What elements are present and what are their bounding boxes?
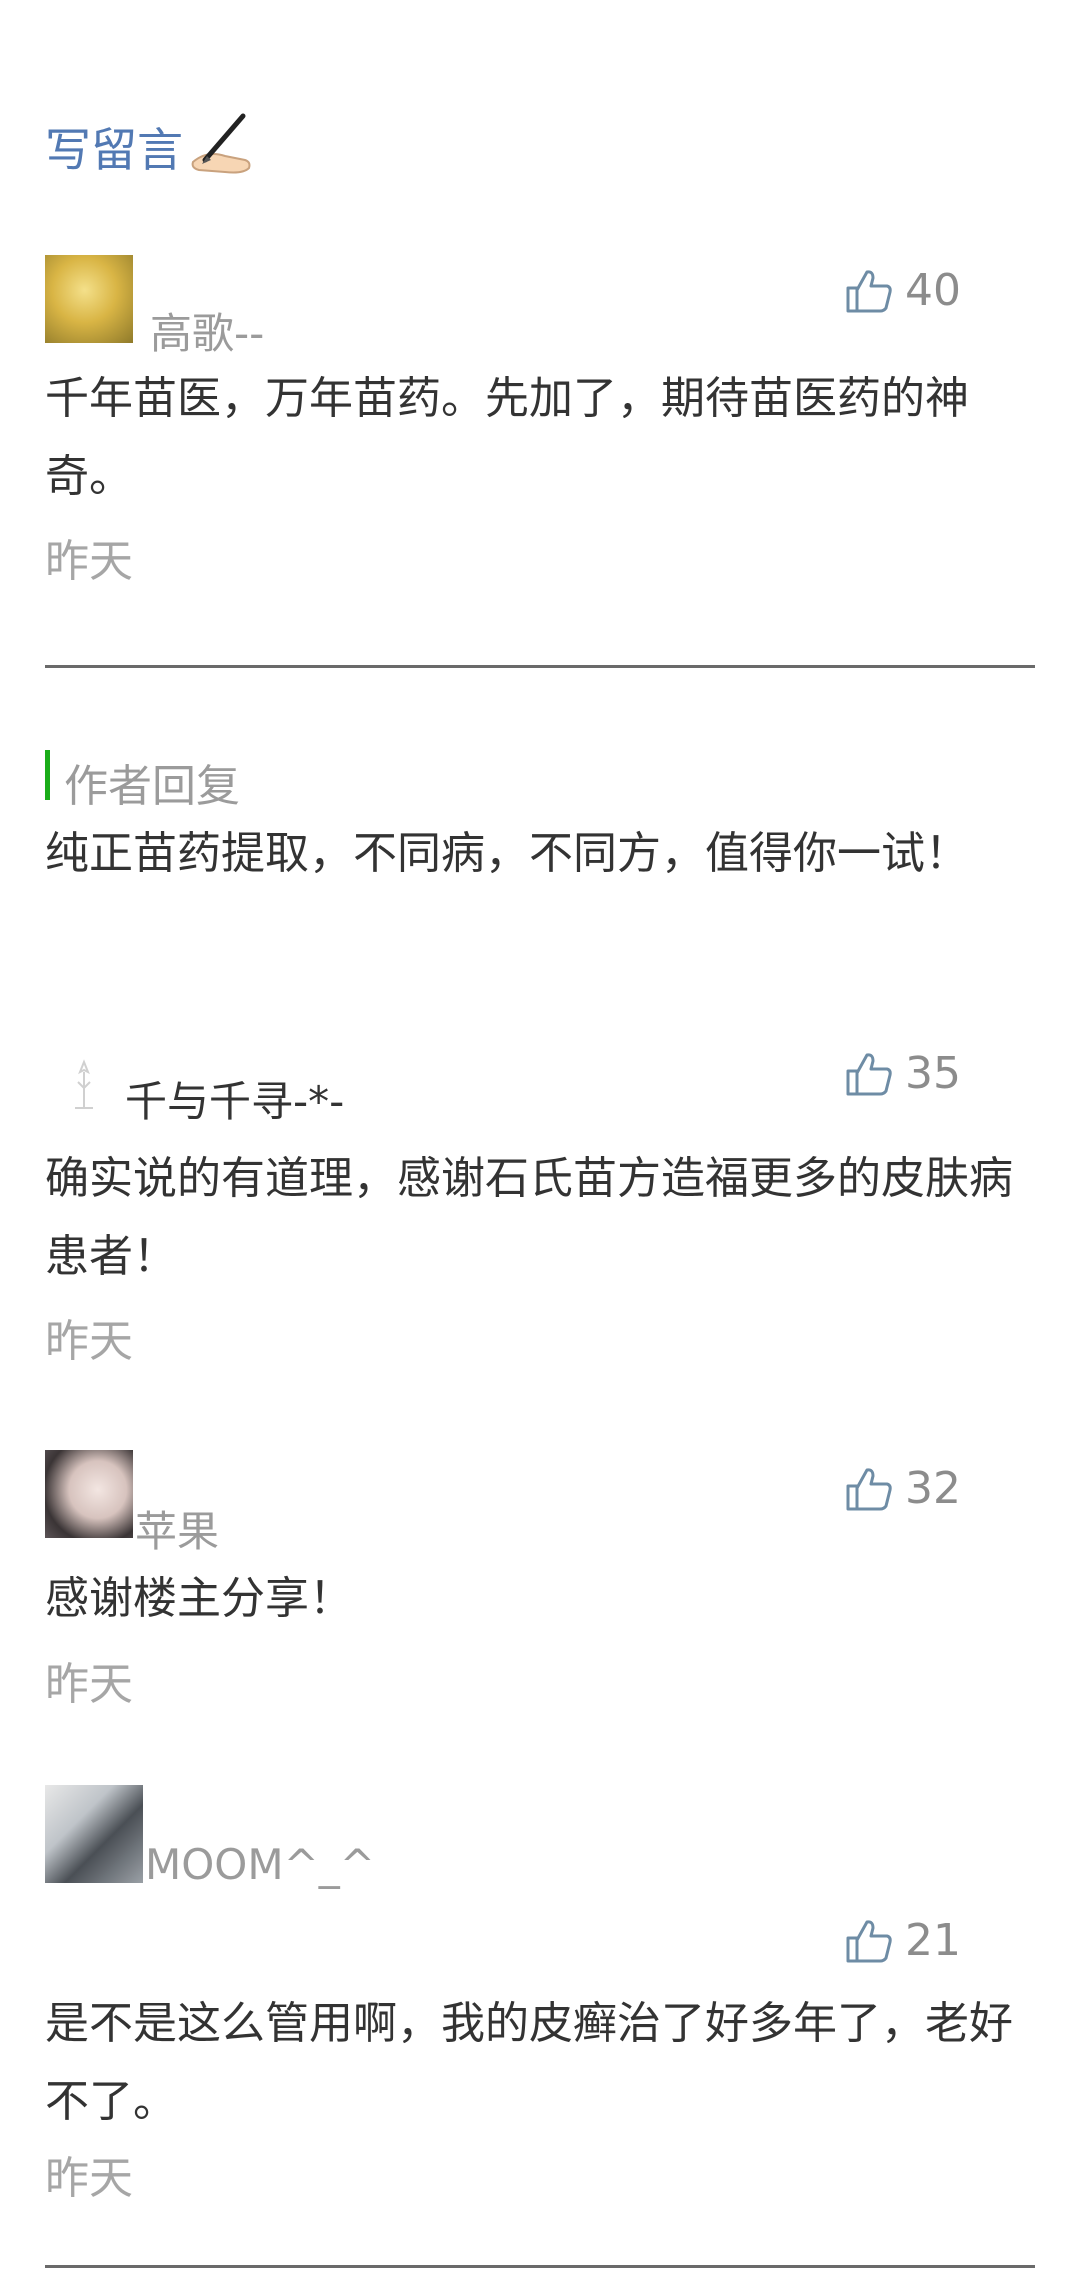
thumbs-up-icon (846, 269, 892, 312)
thumbs-up-icon (846, 1467, 892, 1510)
like-button[interactable]: 40 (845, 265, 961, 316)
commenter-name[interactable]: 千与千寻-*- (125, 1068, 344, 1129)
comment-content: 是不是这么管用啊，我的皮癣治了好多年了，老好不了。 (45, 1998, 1013, 2127)
like-count: 21 (905, 1915, 961, 1966)
author-reply-label: 作者回复 (64, 761, 240, 812)
comment-time: 昨天 (45, 536, 133, 587)
like-button[interactable]: 35 (845, 1048, 961, 1099)
commenter-name[interactable]: MOOM^_^ (145, 1840, 375, 1889)
thumbs-up-icon (846, 1919, 892, 1962)
author-reply-content: 纯正苗药提取，不同病，不同方，值得你一试！ (45, 828, 969, 879)
comment-time: 昨天 (45, 1316, 133, 1367)
like-button[interactable]: 32 (845, 1463, 961, 1514)
avatar[interactable] (65, 1058, 103, 1118)
avatar[interactable] (45, 1785, 143, 1883)
comment-time: 昨天 (45, 2153, 133, 2204)
like-count: 35 (905, 1048, 961, 1099)
commenter-name[interactable]: 高歌-- (150, 300, 264, 361)
like-button[interactable]: 21 (845, 1915, 961, 1966)
write-comment-label: 写留言 (45, 123, 183, 177)
pen-hand-icon (185, 110, 255, 180)
like-count: 40 (905, 265, 961, 316)
divider (45, 2265, 1035, 2268)
divider (45, 665, 1035, 668)
comment-time: 昨天 (45, 1659, 133, 1710)
comment-content: 感谢楼主分享！ (45, 1573, 353, 1624)
comment-content: 确实说的有道理，感谢石氏苗方造福更多的皮肤病患者！ (45, 1153, 1013, 1282)
thumbs-up-icon (846, 1052, 892, 1095)
like-count: 32 (905, 1463, 961, 1514)
avatar[interactable] (45, 1450, 133, 1538)
author-reply-bar (45, 750, 50, 800)
comment-content: 千年苗医，万年苗药。先加了，期待苗医药的神奇。 (45, 373, 969, 502)
avatar[interactable] (45, 255, 133, 343)
commenter-name[interactable]: 苹果 (135, 1498, 219, 1559)
write-comment-link[interactable]: 写留言 (45, 110, 255, 180)
